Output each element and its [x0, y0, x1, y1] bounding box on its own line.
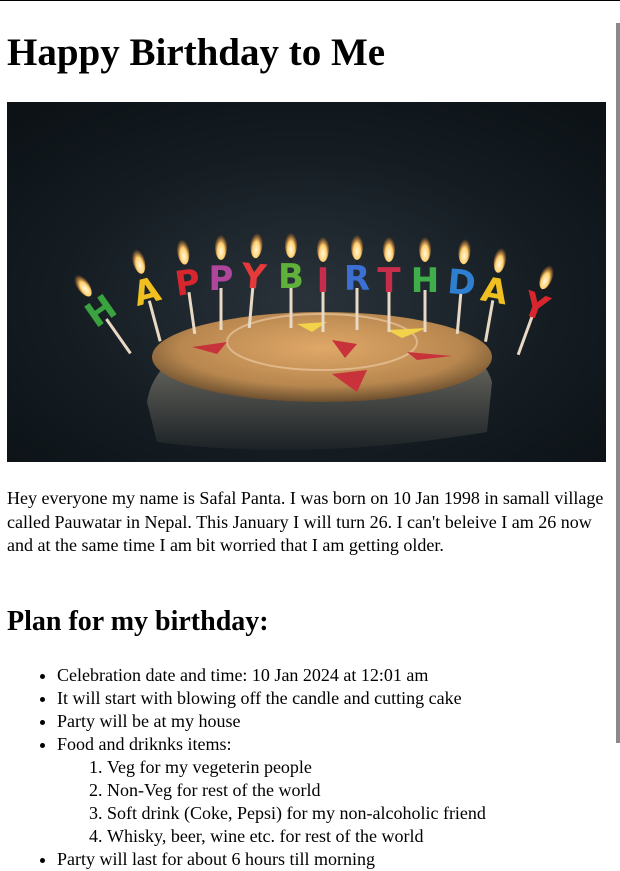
candle-letter: P [209, 259, 234, 299]
page-title: Happy Birthday to Me [7, 31, 386, 74]
candle-letter: B [278, 257, 304, 297]
candle-letter: H [411, 261, 439, 301]
food-list: Veg for my vegeterin people Non-Veg for … [57, 756, 617, 848]
list-item: Party will be at my house [57, 710, 617, 733]
flame-icon [383, 234, 395, 262]
food-items-label: Food and driknks items: [57, 734, 232, 754]
list-item: Veg for my vegeterin people [107, 756, 617, 779]
list-item: Party will last for about 6 hours till m… [57, 848, 617, 871]
flame-icon [317, 234, 329, 262]
candle-letter: T [377, 261, 401, 301]
list-item: Food and driknks items: Veg for my veget… [57, 733, 617, 848]
flame-icon [351, 232, 363, 260]
list-item: Non-Veg for rest of the world [107, 779, 617, 802]
list-item: Whisky, beer, wine etc. for rest of the … [107, 825, 617, 848]
list-item: Soft drink (Coke, Pepsi) for my non-alco… [107, 802, 617, 825]
list-item: Celebration date and time: 10 Jan 2024 a… [57, 664, 617, 687]
intro-paragraph: Hey everyone my name is Safal Panta. I w… [7, 488, 604, 555]
page-scrollbar[interactable] [616, 23, 620, 743]
birthday-cake-image: HAPPYBIRTHDAY [7, 102, 606, 462]
candle-letter: Y [239, 256, 268, 298]
flame-icon [419, 234, 431, 262]
flame-icon [285, 230, 297, 258]
flame-icon [215, 232, 227, 260]
plan-list: Celebration date and time: 10 Jan 2024 a… [7, 664, 617, 871]
candle-letter: R [344, 259, 370, 299]
plan-heading: Plan for my birthday: [7, 606, 269, 637]
list-item: It will start with blowing off the candl… [57, 687, 617, 710]
candle-letter: D [446, 262, 478, 304]
candle-letter: I [317, 261, 330, 301]
